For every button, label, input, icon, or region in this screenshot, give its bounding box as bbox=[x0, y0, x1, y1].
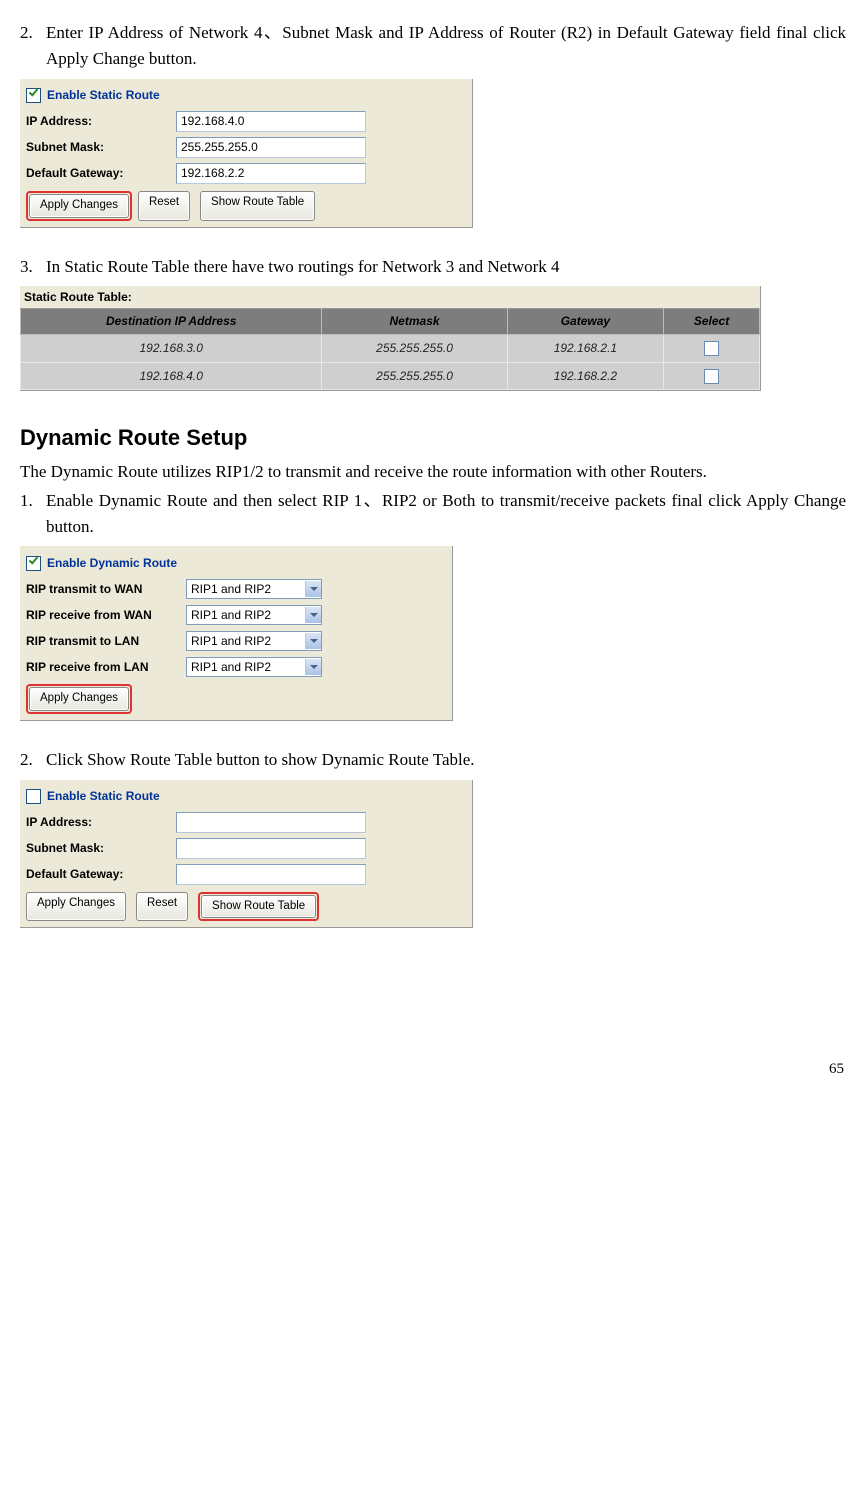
rip-rx-wan-label: RIP receive from WAN bbox=[26, 606, 186, 625]
subnet-mask-input[interactable] bbox=[176, 838, 366, 859]
ip-address-input[interactable]: 192.168.4.0 bbox=[176, 111, 366, 132]
col-netmask: Netmask bbox=[322, 309, 507, 335]
list-text: Enable Dynamic Route and then select RIP… bbox=[46, 488, 846, 541]
table-title: Static Route Table: bbox=[20, 286, 760, 309]
reset-button[interactable]: Reset bbox=[136, 892, 188, 922]
rip-tx-wan-select[interactable]: RIP1 and RIP2 bbox=[186, 579, 322, 599]
rip-rx-lan-label: RIP receive from LAN bbox=[26, 658, 186, 677]
cell-gw: 192.168.2.1 bbox=[507, 335, 663, 363]
chevron-down-icon bbox=[305, 607, 321, 623]
list-text: Click Show Route Table button to show Dy… bbox=[46, 747, 846, 773]
list-item: 1. Enable Dynamic Route and then select … bbox=[20, 488, 846, 541]
list-text: Enter IP Address of Network 4、Subnet Mas… bbox=[46, 20, 846, 73]
figure-static-route-table: Static Route Table: Destination IP Addre… bbox=[20, 286, 846, 391]
apply-changes-button[interactable]: Apply Changes bbox=[29, 194, 129, 218]
cell-mask: 255.255.255.0 bbox=[322, 335, 507, 363]
highlight: Apply Changes bbox=[26, 684, 132, 714]
select-checkbox[interactable] bbox=[704, 369, 719, 384]
rip-tx-lan-label: RIP transmit to LAN bbox=[26, 632, 186, 651]
chevron-down-icon bbox=[305, 581, 321, 597]
section-heading: Dynamic Route Setup bbox=[20, 421, 846, 455]
table-row: 192.168.3.0 255.255.255.0 192.168.2.1 bbox=[21, 335, 760, 363]
show-route-table-button[interactable]: Show Route Table bbox=[200, 191, 315, 221]
ip-address-label: IP Address: bbox=[26, 112, 176, 131]
col-select: Select bbox=[664, 309, 760, 335]
ip-address-label: IP Address: bbox=[26, 813, 176, 832]
figure-static-route-filled: Enable Static Route IP Address: 192.168.… bbox=[20, 79, 846, 228]
highlight: Apply Changes bbox=[26, 191, 132, 221]
list-text: In Static Route Table there have two rou… bbox=[46, 254, 846, 280]
page-number: 65 bbox=[20, 1058, 846, 1081]
col-gateway: Gateway bbox=[507, 309, 663, 335]
enable-static-route-label: Enable Static Route bbox=[47, 787, 160, 806]
list-item: 3. In Static Route Table there have two … bbox=[20, 254, 846, 280]
col-dest: Destination IP Address bbox=[21, 309, 322, 335]
apply-changes-button[interactable]: Apply Changes bbox=[29, 687, 129, 711]
checkbox-enable-static-route[interactable] bbox=[26, 88, 41, 103]
figure-static-route-empty: Enable Static Route IP Address: Subnet M… bbox=[20, 780, 846, 929]
list-number: 3. bbox=[20, 254, 46, 280]
static-route-table: Destination IP Address Netmask Gateway S… bbox=[20, 308, 760, 390]
cell-gw: 192.168.2.2 bbox=[507, 362, 663, 390]
ip-address-input[interactable] bbox=[176, 812, 366, 833]
chevron-down-icon bbox=[305, 633, 321, 649]
default-gateway-label: Default Gateway: bbox=[26, 865, 176, 884]
figure-dynamic-route: Enable Dynamic Route RIP transmit to WAN… bbox=[20, 546, 846, 721]
rip-rx-lan-select[interactable]: RIP1 and RIP2 bbox=[186, 657, 322, 677]
cell-mask: 255.255.255.0 bbox=[322, 362, 507, 390]
checkbox-enable-static-route[interactable] bbox=[26, 789, 41, 804]
enable-dynamic-route-label: Enable Dynamic Route bbox=[47, 554, 177, 573]
cell-dest: 192.168.4.0 bbox=[21, 362, 322, 390]
cell-dest: 192.168.3.0 bbox=[21, 335, 322, 363]
list-item: 2. Click Show Route Table button to show… bbox=[20, 747, 846, 773]
subnet-mask-input[interactable]: 255.255.255.0 bbox=[176, 137, 366, 158]
highlight: Show Route Table bbox=[198, 892, 319, 922]
subnet-mask-label: Subnet Mask: bbox=[26, 839, 176, 858]
subnet-mask-label: Subnet Mask: bbox=[26, 138, 176, 157]
reset-button[interactable]: Reset bbox=[138, 191, 190, 221]
select-checkbox[interactable] bbox=[704, 341, 719, 356]
default-gateway-input[interactable]: 192.168.2.2 bbox=[176, 163, 366, 184]
show-route-table-button[interactable]: Show Route Table bbox=[201, 895, 316, 919]
list-number: 2. bbox=[20, 20, 46, 73]
default-gateway-input[interactable] bbox=[176, 864, 366, 885]
enable-static-route-label: Enable Static Route bbox=[47, 86, 160, 105]
rip-tx-wan-label: RIP transmit to WAN bbox=[26, 580, 186, 599]
list-item: 2. Enter IP Address of Network 4、Subnet … bbox=[20, 20, 846, 73]
list-number: 2. bbox=[20, 747, 46, 773]
rip-rx-wan-select[interactable]: RIP1 and RIP2 bbox=[186, 605, 322, 625]
table-row: 192.168.4.0 255.255.255.0 192.168.2.2 bbox=[21, 362, 760, 390]
apply-changes-button[interactable]: Apply Changes bbox=[26, 892, 126, 922]
checkbox-enable-dynamic-route[interactable] bbox=[26, 556, 41, 571]
chevron-down-icon bbox=[305, 659, 321, 675]
section-intro: The Dynamic Route utilizes RIP1/2 to tra… bbox=[20, 459, 846, 485]
list-number: 1. bbox=[20, 488, 46, 541]
default-gateway-label: Default Gateway: bbox=[26, 164, 176, 183]
rip-tx-lan-select[interactable]: RIP1 and RIP2 bbox=[186, 631, 322, 651]
